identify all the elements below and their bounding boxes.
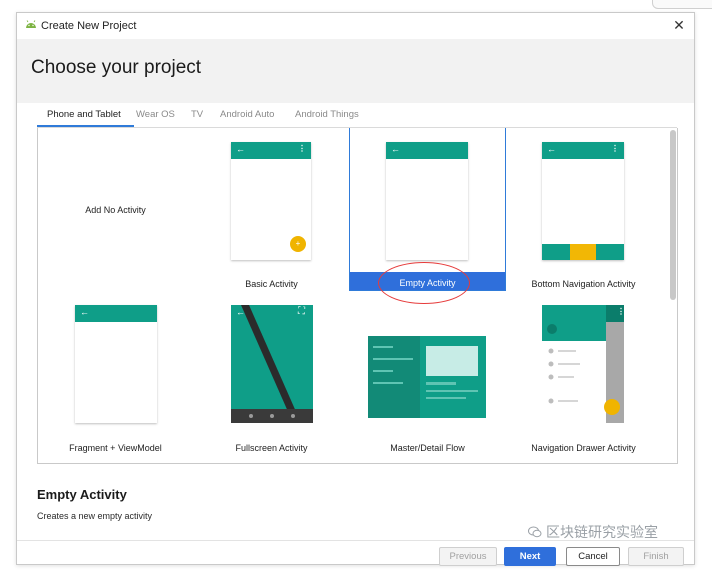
- app-bar: ← ⋮: [231, 142, 311, 159]
- template-add-no-activity[interactable]: Add No Activity: [38, 128, 193, 290]
- template-label: Fragment + ViewModel: [69, 443, 162, 453]
- back-arrow-icon: ←: [80, 307, 89, 317]
- page-title: Choose your project: [31, 57, 202, 78]
- template-fullscreen-activity[interactable]: ← ⛶ Fullscreen Activity: [194, 292, 349, 454]
- template-label: Navigation Drawer Activity: [531, 443, 636, 453]
- fragment-viewmodel-preview: ←: [75, 305, 157, 423]
- finish-button[interactable]: Finish: [628, 547, 684, 566]
- tab-tv[interactable]: TV: [191, 109, 203, 120]
- header-banner: Choose your project: [17, 39, 694, 103]
- back-arrow-icon: ←: [236, 307, 245, 317]
- back-arrow-icon: ←: [547, 144, 556, 154]
- bottom-nav-selected-item: [570, 244, 596, 260]
- back-arrow-icon: ←: [236, 144, 245, 154]
- back-arrow-icon: ←: [391, 144, 400, 154]
- fab-icon: [290, 236, 306, 252]
- template-label: Basic Activity: [245, 279, 298, 289]
- template-master-detail-flow[interactable]: Master/Detail Flow: [350, 292, 505, 454]
- close-icon[interactable]: ✕: [670, 16, 688, 34]
- template-bottom-navigation-activity[interactable]: ← ⋮ Bottom Navigation Activity: [506, 128, 661, 290]
- template-label: Fullscreen Activity: [235, 443, 308, 453]
- overflow-menu-icon: ⋮: [611, 144, 619, 153]
- template-label: Empty Activity: [399, 278, 456, 288]
- bottom-nav-bar: [542, 244, 624, 260]
- tab-android-auto[interactable]: Android Auto: [220, 109, 274, 120]
- fullscreen-icon: ⛶: [298, 306, 305, 317]
- overflow-menu-icon: ⋮: [298, 144, 306, 153]
- template-empty-activity[interactable]: ← Empty Activity: [349, 128, 506, 291]
- tab-android-things[interactable]: Android Things: [295, 109, 359, 120]
- selected-template-title: Empty Activity: [37, 487, 127, 502]
- create-project-dialog: Create New Project ✕ Choose your project…: [16, 12, 695, 566]
- background-window-edge: [652, 0, 712, 9]
- template-navigation-drawer-activity[interactable]: ⋮ Navigation Drawer Activity: [506, 292, 661, 454]
- template-basic-activity[interactable]: ← ⋮ Basic Activity: [194, 128, 349, 290]
- next-button[interactable]: Next: [504, 547, 556, 566]
- watermark-text: 区块链研究实验室: [546, 524, 658, 540]
- template-label: Bottom Navigation Activity: [531, 279, 636, 289]
- window-title: Create New Project: [41, 20, 137, 32]
- cancel-button[interactable]: Cancel: [566, 547, 620, 566]
- previous-button[interactable]: Previous: [439, 547, 497, 566]
- tab-wear-os[interactable]: Wear OS: [136, 109, 175, 120]
- wechat-icon: [528, 526, 542, 538]
- template-fragment-viewmodel[interactable]: ← Fragment + ViewModel: [38, 292, 193, 454]
- watermark: 区块链研究实验室: [528, 522, 658, 542]
- template-label: Master/Detail Flow: [390, 443, 465, 453]
- navigation-drawer-preview: [542, 305, 624, 423]
- template-gallery: Add No Activity ← ⋮ Basic Activity ← Emp…: [37, 128, 678, 464]
- selected-template-description: Creates a new empty activity: [37, 511, 153, 521]
- tab-phone-and-tablet[interactable]: Phone and Tablet: [47, 109, 121, 120]
- template-label: Add No Activity: [85, 205, 146, 215]
- app-bar: ←: [386, 142, 468, 159]
- empty-activity-preview: ←: [386, 142, 468, 260]
- basic-activity-preview: ← ⋮: [231, 142, 311, 260]
- overflow-menu-icon: ⋮: [617, 307, 625, 316]
- app-bar: ←: [75, 305, 157, 322]
- android-icon: [26, 20, 36, 28]
- bottom-navigation-preview: ← ⋮: [542, 142, 624, 260]
- background-strip: [0, 0, 712, 10]
- title-bar: Create New Project ✕: [17, 13, 694, 39]
- app-bar: ← ⋮: [542, 142, 624, 159]
- gallery-scrollbar[interactable]: [670, 130, 676, 300]
- master-detail-preview: [368, 336, 486, 418]
- fullscreen-preview: [231, 305, 313, 423]
